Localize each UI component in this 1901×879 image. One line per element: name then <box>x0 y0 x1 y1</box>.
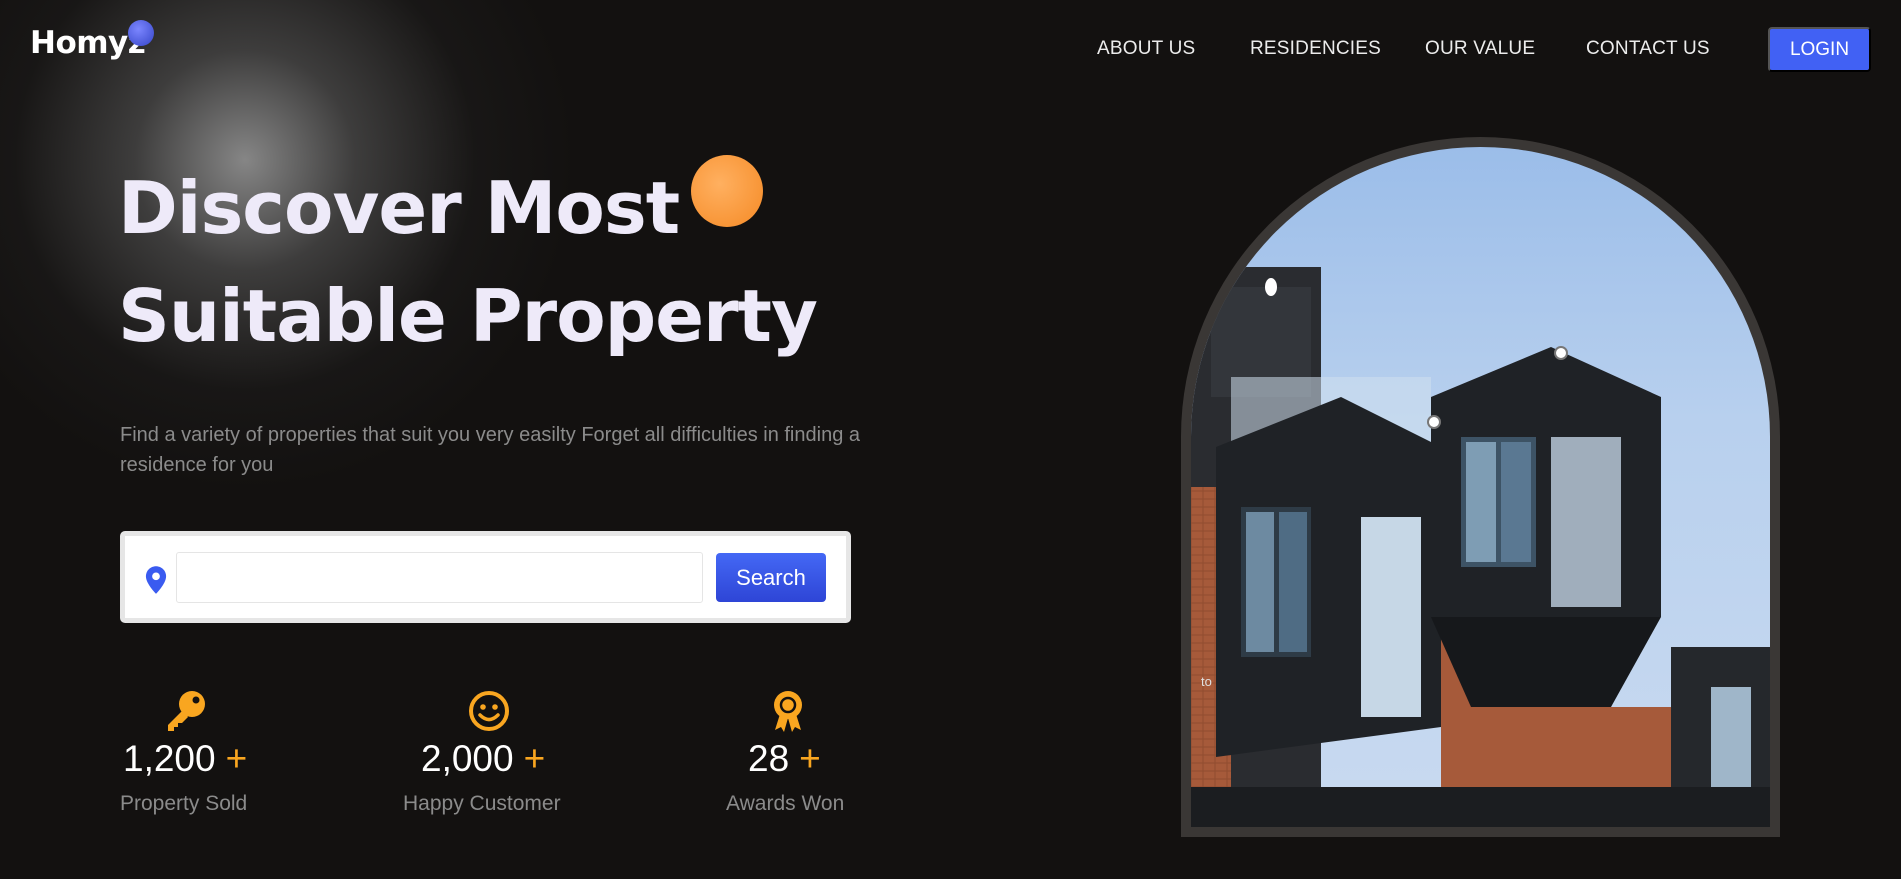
stat-label-awards-won: Awards Won <box>726 792 845 815</box>
stat-number: 2,000 <box>421 738 514 779</box>
search-button[interactable]: Search <box>716 553 826 602</box>
stat-plus: + <box>799 738 821 779</box>
map-pin-icon <box>145 566 167 594</box>
hero-image-frame: to <box>1181 137 1780 837</box>
stat-plus: + <box>225 738 248 779</box>
building-illustration <box>1191 267 1770 827</box>
award-icon <box>774 691 802 732</box>
stat-value-awards-won: 28 + <box>748 738 821 780</box>
stat-value-property-sold: 1,200 + <box>123 738 247 780</box>
image-caption-fragment: to <box>1201 674 1212 689</box>
login-button[interactable]: LOGIN <box>1768 27 1871 72</box>
stat-number: 1,200 <box>123 738 216 779</box>
key-icon <box>168 691 205 731</box>
nav-about-us[interactable]: ABOUT US <box>1097 38 1195 60</box>
smile-icon <box>469 691 509 731</box>
stat-label-happy-customer: Happy Customer <box>403 792 561 815</box>
stat-plus: + <box>523 738 546 779</box>
logo-dot-decoration <box>128 20 154 46</box>
search-input[interactable] <box>176 552 703 603</box>
nav-our-value[interactable]: OUR VALUE <box>1425 38 1535 60</box>
nav-contact-us[interactable]: CONTACT US <box>1586 38 1710 60</box>
search-bar: Search <box>120 531 851 623</box>
stat-label-property-sold: Property Sold <box>120 792 248 815</box>
hero-description: Find a variety of properties that suit y… <box>120 424 860 476</box>
hero-title-line1: Discover Most <box>118 166 680 250</box>
orange-circle-decoration <box>691 155 763 227</box>
nav-residencies[interactable]: RESIDENCIES <box>1250 38 1381 60</box>
hero-title-line2: Suitable Property <box>118 274 818 358</box>
stat-number: 28 <box>748 738 790 779</box>
stat-value-happy-customer: 2,000 + <box>421 738 545 780</box>
hero-building-image: to <box>1191 147 1770 827</box>
